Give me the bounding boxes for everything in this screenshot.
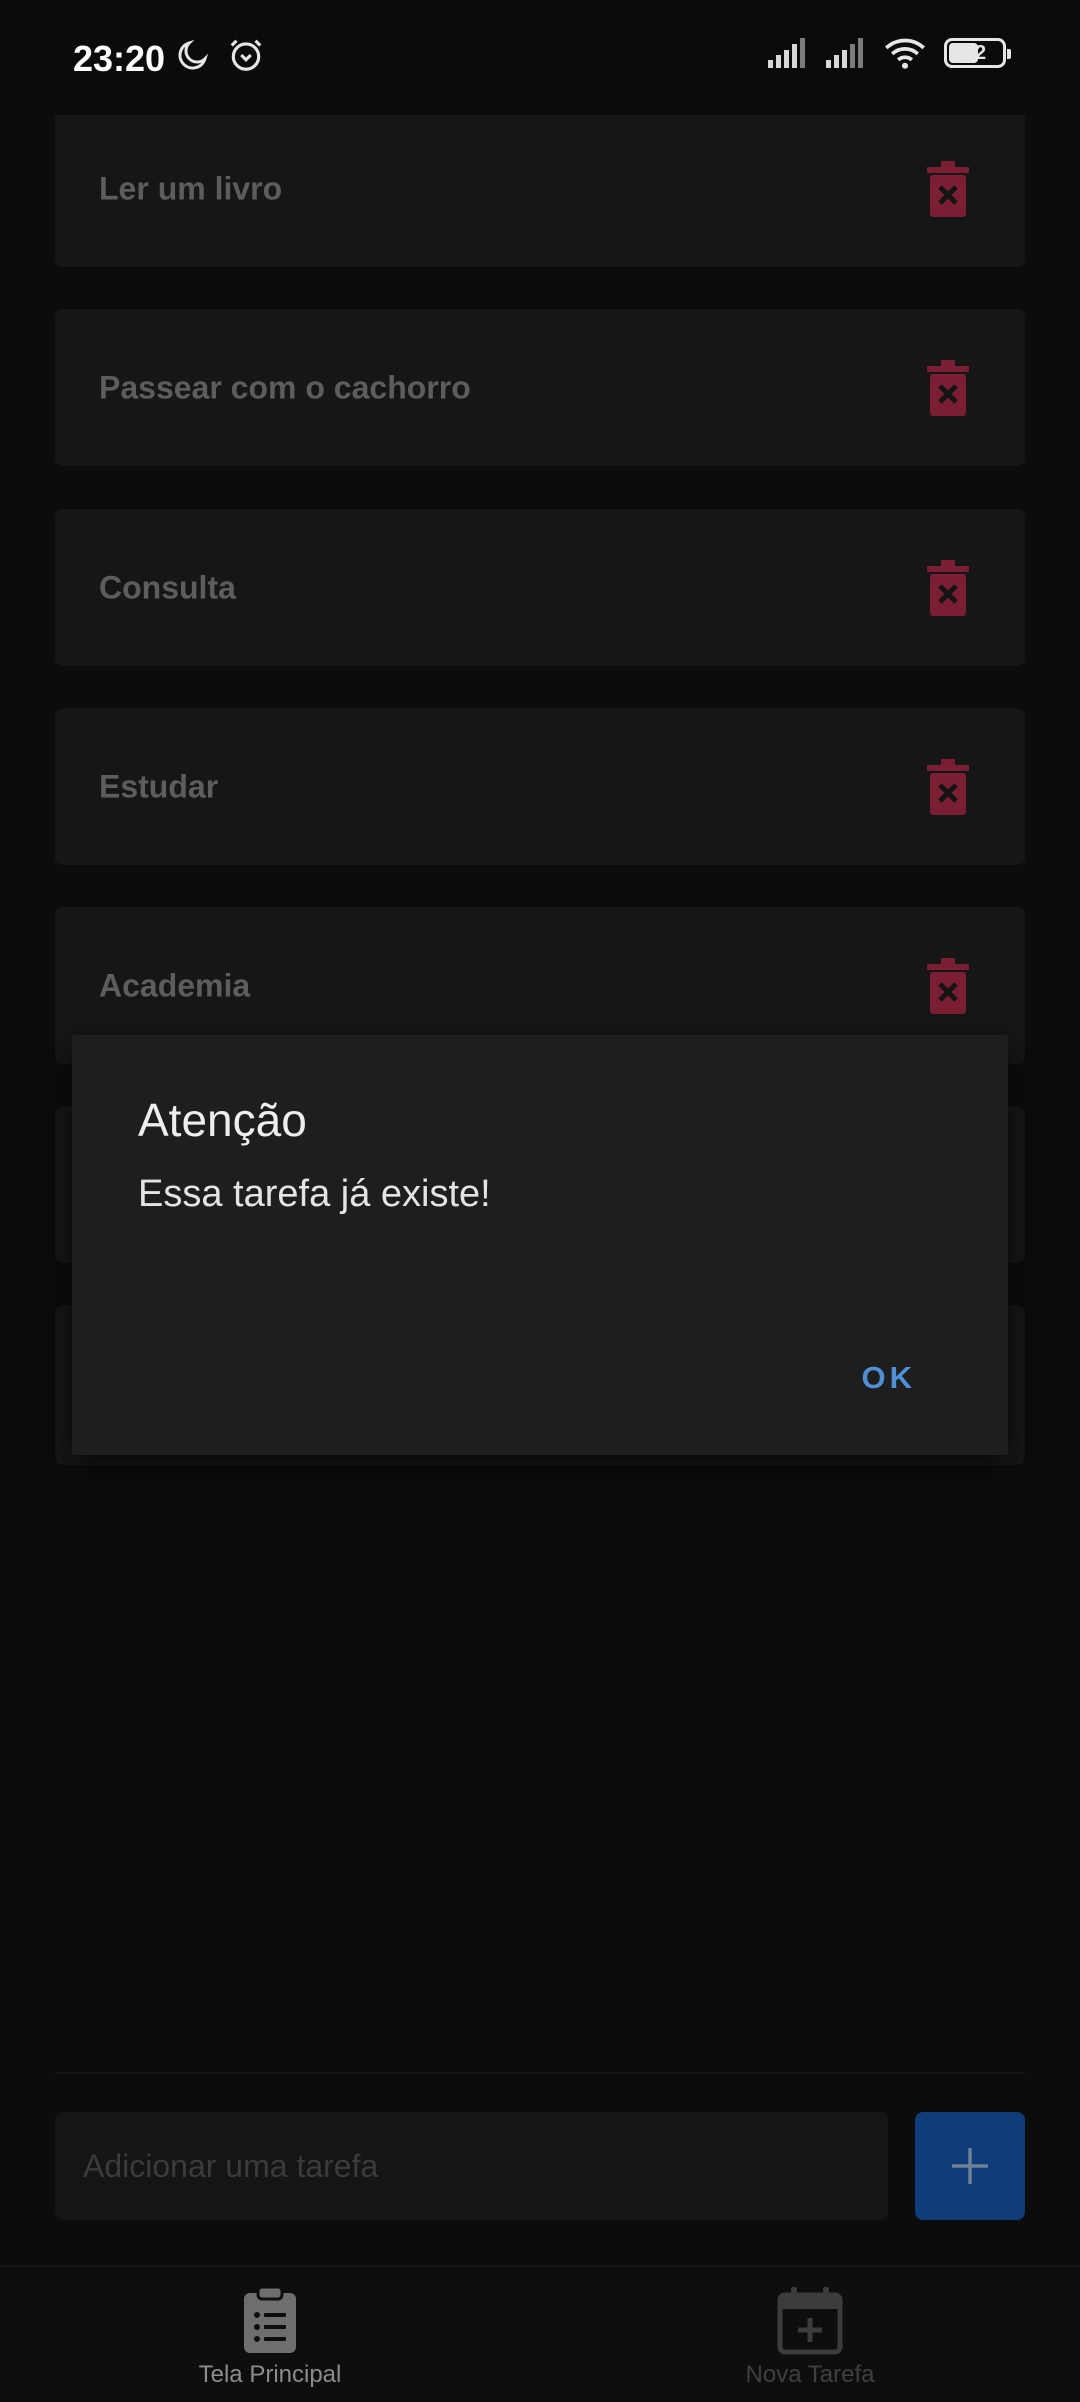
task-label: Estudar	[99, 768, 219, 804]
signal-icon	[768, 38, 805, 68]
delete-icon[interactable]	[927, 758, 969, 815]
alert-dialog: Atenção Essa tarefa já existe! OK	[72, 1035, 1008, 1455]
clipboard-list-icon	[244, 2285, 296, 2353]
nav-item-main[interactable]: Tela Principal	[120, 2267, 420, 2402]
list-item[interactable]: Consulta	[55, 509, 1025, 666]
task-input-box[interactable]	[55, 2112, 888, 2220]
task-input[interactable]	[55, 2112, 888, 2220]
divider	[55, 2072, 1025, 2074]
nav-label-main: Tela Principal	[198, 2361, 342, 2388]
nav-item-new-task[interactable]: Nova Tarefa	[660, 2267, 960, 2402]
list-item[interactable]: Estudar	[55, 708, 1025, 865]
delete-icon[interactable]	[927, 359, 969, 416]
delete-icon[interactable]	[927, 957, 969, 1014]
dialog-title: Atenção	[138, 1094, 307, 1146]
bottom-nav: Tela Principal Nova Tarefa	[0, 2265, 1080, 2402]
task-label: Ler um livro	[99, 170, 283, 206]
alarm-icon	[230, 39, 262, 71]
delete-icon[interactable]	[927, 559, 969, 616]
status-icons-left	[175, 36, 265, 74]
battery-icon: 52	[944, 38, 1011, 68]
battery-level: 52	[963, 41, 987, 64]
dialog-message: Essa tarefa já existe!	[138, 1173, 491, 1215]
wifi-icon	[885, 38, 925, 69]
ok-button[interactable]: OK	[862, 1360, 917, 1396]
plus-icon	[952, 2148, 988, 2184]
add-task-button[interactable]	[915, 2112, 1025, 2220]
status-time: 23:20	[73, 38, 166, 79]
status-icons-right: 52	[768, 36, 1011, 70]
list-item[interactable]: Passear com o cachorro	[55, 309, 1025, 466]
task-label: Passear com o cachorro	[99, 369, 471, 405]
task-label: Consulta	[99, 569, 236, 605]
list-item[interactable]: Ler um livro	[55, 110, 1025, 267]
status-bar: 23:20 52	[0, 0, 1080, 115]
delete-icon[interactable]	[927, 160, 969, 217]
calendar-plus-icon	[777, 2287, 843, 2355]
nav-label-new-task: Nova Tarefa	[745, 2361, 875, 2388]
signal-icon	[826, 38, 863, 68]
moon-icon	[178, 39, 209, 70]
task-label: Academia	[99, 967, 251, 1003]
